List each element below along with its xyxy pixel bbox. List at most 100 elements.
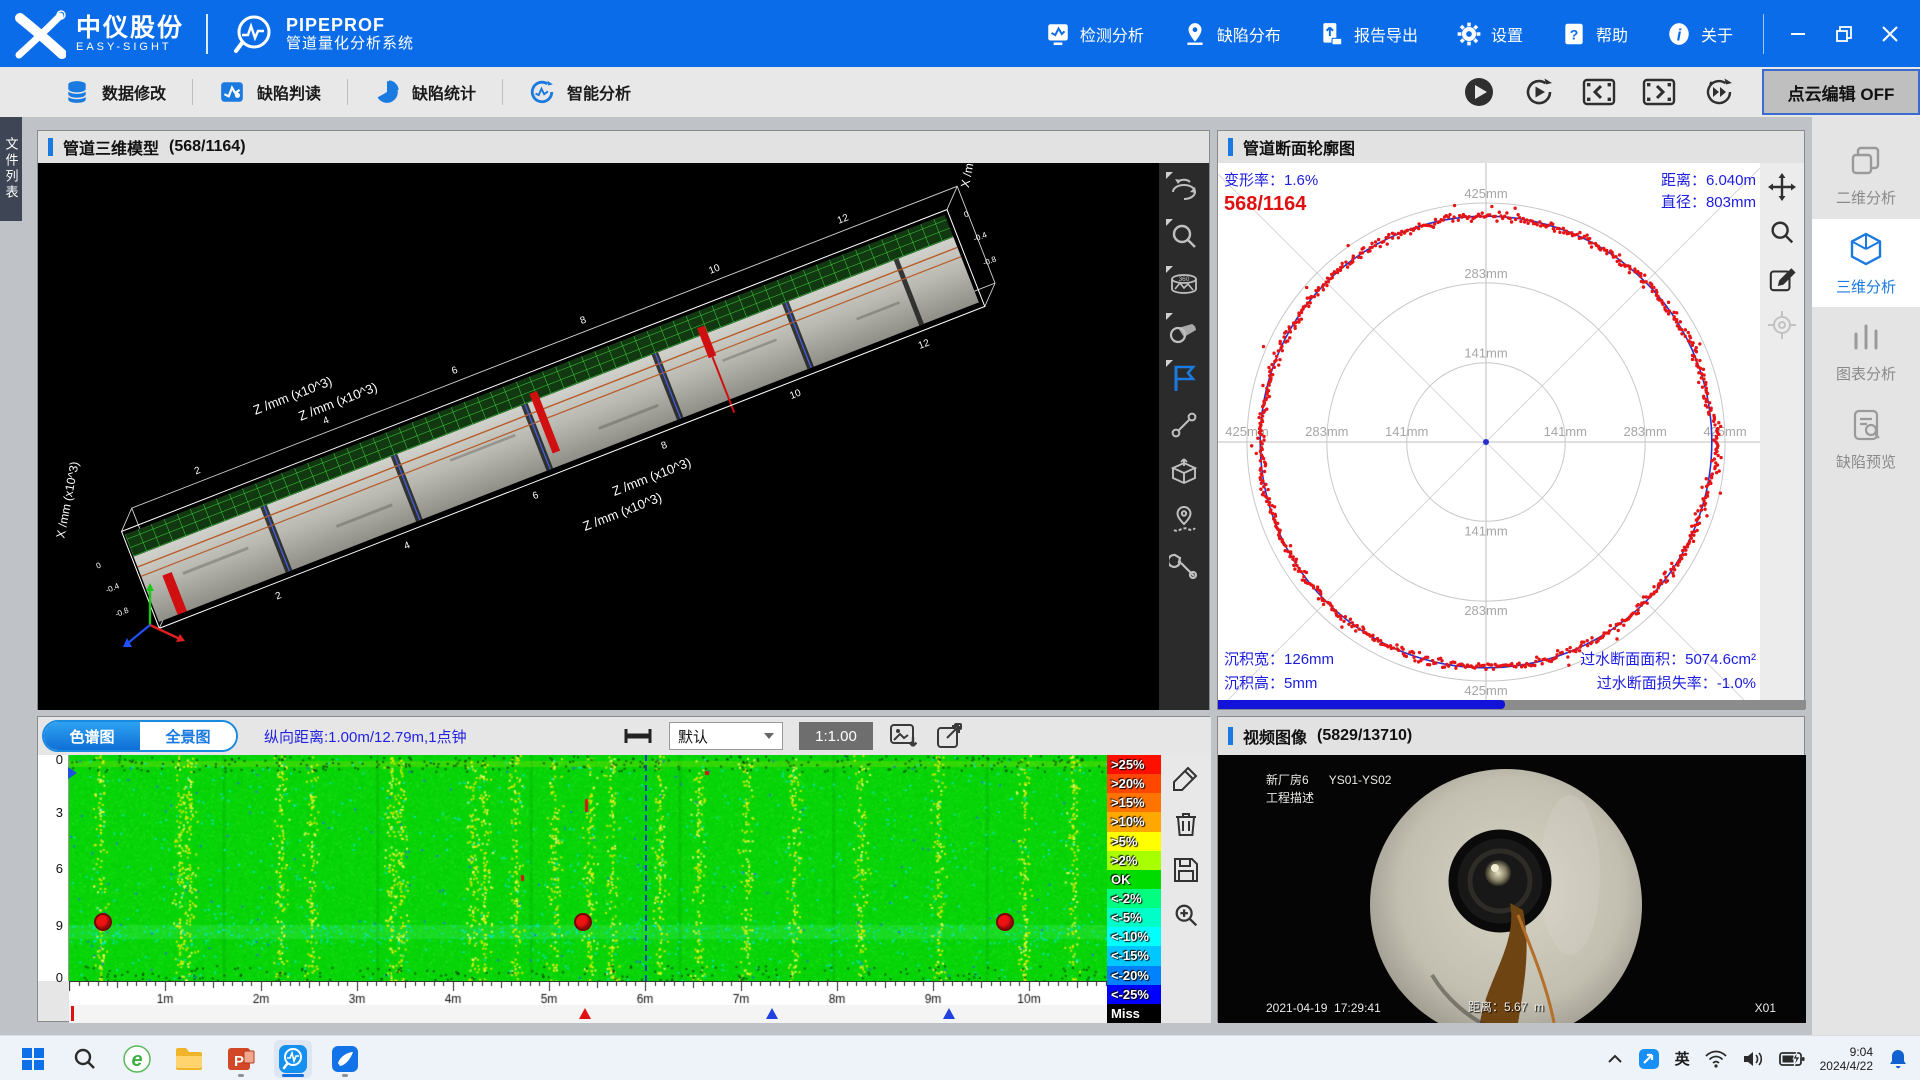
current-position-line bbox=[645, 755, 647, 981]
defect-circle-marker[interactable] bbox=[574, 913, 592, 931]
panel-video-header: 视频图像 (5829/13710) bbox=[1218, 717, 1804, 756]
measure-tool[interactable] bbox=[1165, 406, 1203, 444]
axis-z-label: Z /mm (x10^3) bbox=[581, 490, 664, 534]
volume-icon[interactable] bbox=[1742, 1050, 1764, 1068]
flag-marker-tool[interactable] bbox=[1165, 359, 1203, 397]
close-button[interactable] bbox=[1870, 14, 1910, 54]
tool-smart-analysis[interactable]: 智能分析 bbox=[503, 79, 657, 105]
sidebar-item-2d-analysis[interactable]: 二维分析 bbox=[1812, 131, 1920, 219]
deformation-spectrogram[interactable] bbox=[69, 755, 1107, 981]
maximize-button[interactable] bbox=[1824, 14, 1864, 54]
taskbar-powerpoint[interactable]: P bbox=[222, 1040, 260, 1078]
taskbar-browser-360[interactable]: e bbox=[118, 1040, 156, 1078]
cylinder-view-tool[interactable] bbox=[1165, 312, 1203, 350]
ruler-icon[interactable] bbox=[623, 728, 653, 744]
axis-tick-number: 8 bbox=[579, 314, 589, 326]
video-frame[interactable]: 新厂房6 YS01-YS02 工程描述 2021-04-19 17:29:41 … bbox=[1218, 755, 1806, 1023]
defect-circle-marker[interactable] bbox=[996, 913, 1014, 931]
smart-analysis-icon bbox=[529, 79, 555, 105]
defect-position-marker[interactable] bbox=[71, 1006, 74, 1021]
clock-axis-tick: 0 bbox=[56, 970, 63, 985]
axis-tick-number: -0.4 bbox=[104, 581, 121, 595]
taskbar-clock[interactable]: 9:04 2024/4/22 bbox=[1820, 1045, 1873, 1073]
menu-item-help[interactable]: ? 帮助 bbox=[1561, 21, 1628, 47]
panorama-tool[interactable]: 360 bbox=[1165, 265, 1203, 303]
play-button[interactable] bbox=[1462, 75, 1496, 109]
tool-label: 缺陷判读 bbox=[257, 80, 321, 104]
menu-item-defect-distribution[interactable]: 缺陷分布 bbox=[1182, 21, 1281, 47]
next-frame-button[interactable] bbox=[1642, 75, 1676, 109]
svg-text:P: P bbox=[234, 1053, 244, 1070]
zoom-tool[interactable] bbox=[1165, 218, 1203, 256]
zoom-tool[interactable] bbox=[1764, 215, 1800, 251]
save-image-icon[interactable] bbox=[889, 722, 919, 750]
pipe-3d-viewport[interactable]: Z /mm (x10^3) Z /mm (x10^3) Z /mm (x10^3… bbox=[38, 163, 1160, 710]
pie-chart-icon bbox=[374, 79, 400, 105]
taskbar-pipeprof-active[interactable] bbox=[274, 1040, 312, 1078]
cross-section-chart[interactable]: 141mm141mm141mm141mm283mm283mm283mm283mm… bbox=[1218, 163, 1762, 701]
position-progress-bar[interactable] bbox=[1218, 700, 1806, 709]
tool-defect-stats[interactable]: 缺陷统计 bbox=[348, 79, 502, 105]
brand: R 中仪股份 EASY-SIGHT PIPEPROF 管道量化分析系统 bbox=[0, 8, 414, 60]
analysis-sidebar: 二维分析 三维分析 图表分析 缺陷预览 bbox=[1812, 117, 1920, 1035]
tool-defect-judge[interactable]: 缺陷判读 bbox=[193, 79, 347, 105]
tray-expand-chevron[interactable] bbox=[1607, 1053, 1623, 1065]
menu-item-settings[interactable]: 设置 bbox=[1456, 21, 1523, 47]
loop-play-button[interactable] bbox=[1522, 75, 1556, 109]
taskbar-file-explorer[interactable] bbox=[170, 1040, 208, 1078]
pop-out-icon[interactable] bbox=[935, 722, 963, 750]
legend-band: >15% bbox=[1107, 793, 1161, 812]
minimize-button[interactable] bbox=[1778, 14, 1818, 54]
fast-forward-button[interactable] bbox=[1702, 75, 1736, 109]
axis-tick-number: 6 bbox=[450, 365, 460, 377]
defect-position-marker[interactable] bbox=[766, 1008, 778, 1019]
battery-icon[interactable] bbox=[1779, 1051, 1805, 1067]
file-list-tab[interactable]: 文件列表 bbox=[0, 117, 22, 221]
menu-item-report-export[interactable]: 报告导出 bbox=[1319, 21, 1418, 47]
pan-tool[interactable] bbox=[1764, 169, 1800, 205]
sidebar-item-3d-analysis[interactable]: 三维分析 bbox=[1812, 219, 1920, 307]
menu-item-about[interactable]: i 关于 bbox=[1666, 21, 1733, 47]
defect-circle-marker[interactable] bbox=[94, 913, 112, 931]
panel-video-title: 视频图像 bbox=[1243, 724, 1307, 748]
input-method-indicator[interactable]: 英 bbox=[1675, 1048, 1690, 1069]
tool-bar: 数据修改 缺陷判读 缺陷统计 智能分析 bbox=[0, 67, 1920, 118]
taskbar-search[interactable] bbox=[66, 1040, 104, 1078]
taskbar-app-blue[interactable] bbox=[326, 1040, 364, 1078]
settings-wrench-tool[interactable] bbox=[1165, 547, 1203, 585]
legend-band: <-2% bbox=[1107, 889, 1161, 908]
tab-panorama[interactable]: 全景图 bbox=[140, 722, 236, 750]
tray-app-icon[interactable] bbox=[1638, 1048, 1660, 1070]
annotate-pen-tool[interactable] bbox=[1169, 761, 1203, 795]
scale-select[interactable]: 默认 bbox=[669, 722, 783, 750]
cube-3d-icon bbox=[1847, 230, 1885, 268]
tool-data-edit[interactable]: 数据修改 bbox=[38, 79, 192, 105]
sediment-width: 沉积宽：126mm bbox=[1224, 648, 1334, 669]
gear-icon bbox=[1456, 21, 1482, 47]
sidebar-item-defect-preview[interactable]: 缺陷预览 bbox=[1812, 395, 1920, 483]
defect-position-marker[interactable] bbox=[943, 1008, 955, 1019]
prev-frame-button[interactable] bbox=[1582, 75, 1616, 109]
tab-spectrogram[interactable]: 色谱图 bbox=[44, 722, 140, 750]
sidebar-label: 三维分析 bbox=[1836, 276, 1896, 297]
start-button[interactable] bbox=[14, 1040, 52, 1078]
panel-spectrum: 色谱图 全景图 纵向距离:1.00m/12.79m,1点钟 默认 1:1.00 … bbox=[37, 716, 1210, 1022]
menu-item-detect-analysis[interactable]: 检测分析 bbox=[1045, 21, 1144, 47]
delete-trash-tool[interactable] bbox=[1169, 807, 1203, 841]
ring-label: 141mm bbox=[1464, 523, 1507, 538]
wifi-icon[interactable] bbox=[1705, 1050, 1727, 1068]
center-target-tool[interactable] bbox=[1764, 307, 1800, 343]
zoom-in-tool[interactable] bbox=[1169, 899, 1203, 933]
edit-tool[interactable] bbox=[1764, 261, 1800, 297]
main-menu: 检测分析 缺陷分布 报告导出 bbox=[1045, 21, 1733, 47]
chevron-down-icon bbox=[764, 733, 774, 739]
orbit-tool[interactable] bbox=[1165, 171, 1203, 209]
defect-position-marker[interactable] bbox=[579, 1008, 591, 1019]
sidebar-item-chart-analysis[interactable]: 图表分析 bbox=[1812, 307, 1920, 395]
legend-band: <-5% bbox=[1107, 908, 1161, 927]
locate-defect-tool[interactable] bbox=[1165, 500, 1203, 538]
save-tool[interactable] bbox=[1169, 853, 1203, 887]
export-model-tool[interactable] bbox=[1165, 453, 1203, 491]
point-cloud-edit-button[interactable]: 点云编辑 OFF bbox=[1762, 69, 1920, 115]
notification-bell-icon[interactable] bbox=[1888, 1048, 1908, 1070]
